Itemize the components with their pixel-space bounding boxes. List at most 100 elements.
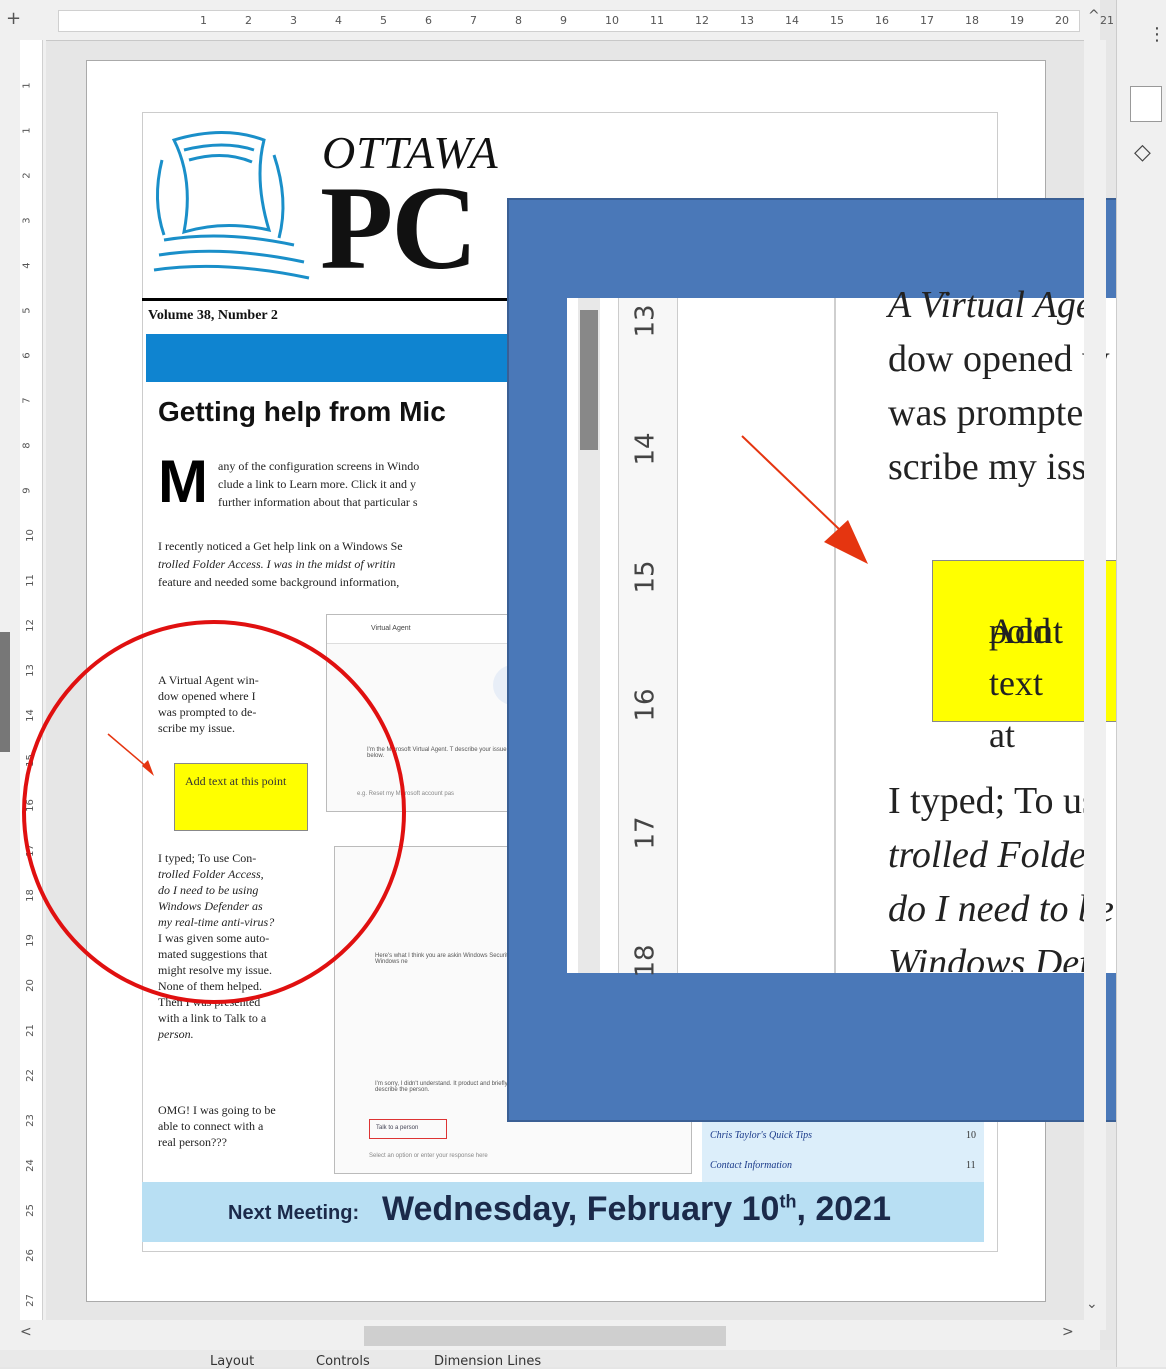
ruler-number: 8 — [21, 442, 33, 449]
layer-tabs-bar — [0, 1350, 1116, 1367]
ruler-number: 23 — [24, 1114, 36, 1127]
ruler-number: 21 — [24, 1024, 36, 1037]
sidebar-panel — [1116, 0, 1166, 1367]
zoom-ruler-number: 13 — [630, 304, 661, 338]
toc-item-label[interactable]: Contact Information — [710, 1160, 792, 1171]
ruler-number: 6 — [425, 14, 432, 27]
agent-message: Here's what I think you are askin Window… — [375, 953, 515, 965]
text-line: real person??? — [158, 1135, 227, 1149]
red-arrow-icon — [741, 435, 868, 564]
volume-label: Volume 38, Number 2 — [148, 308, 278, 323]
ruler-number: 16 — [875, 14, 889, 27]
ruler-number: 20 — [24, 979, 36, 992]
screenshot-input-placeholder: Select an option or enter your response … — [369, 1153, 488, 1159]
ruler-number: 14 — [24, 709, 36, 722]
ruler-number: 4 — [21, 262, 33, 269]
ruler-number: 1 — [21, 127, 33, 134]
body-line: I recently noticed a Get help link on a … — [158, 539, 403, 553]
ruler-number: 5 — [21, 307, 33, 314]
ruler-number: 8 — [515, 14, 522, 27]
ruler-number: 11 — [650, 14, 664, 27]
text-fragment: I typed; To us — [888, 780, 1097, 822]
ruler-number: 17 — [920, 14, 934, 27]
ruler-number: 3 — [21, 217, 33, 224]
ruler-number: 26 — [24, 1249, 36, 1262]
agent-message: I'm sorry, I didn't understand. It produ… — [375, 1081, 508, 1093]
horizontal-scrollbar-thumb[interactable] — [364, 1326, 726, 1346]
toc-item-label[interactable]: Chris Taylor's Quick Tips — [710, 1130, 812, 1141]
zoom-ruler-number: 14 — [630, 432, 661, 466]
ruler-number: 7 — [470, 14, 477, 27]
zoom-ruler-number: 16 — [630, 688, 661, 722]
brand-name: PC — [320, 161, 478, 294]
zoom-text-line: A Virtual Age — [888, 284, 1093, 326]
ruler-number: 2 — [245, 14, 252, 27]
date-year: , 2021 — [796, 1190, 891, 1228]
ruler-number: 24 — [24, 1159, 36, 1172]
scroll-right-icon[interactable]: > — [1062, 1324, 1074, 1340]
toc-item-page: 10 — [966, 1130, 976, 1141]
highlight-circle — [22, 620, 406, 1004]
properties-icon[interactable] — [1130, 86, 1162, 122]
ruler-number: 9 — [21, 487, 33, 494]
ruler-number: 1 — [21, 82, 33, 89]
talk-to-person-button: Talk to a person — [369, 1119, 447, 1139]
article-title: Getting help from Mic — [158, 396, 446, 427]
zoom-text-line: dow opened w — [888, 338, 1110, 380]
zoom-ruler-number: 18 — [630, 944, 661, 978]
scroll-left-icon[interactable]: < — [20, 1324, 32, 1340]
date-suffix: th — [779, 1191, 797, 1212]
zoom-text-line: was prompted — [888, 392, 1103, 434]
next-meeting-label: Next Meeting: — [228, 1202, 360, 1224]
ruler-number: 13 — [740, 14, 754, 27]
vertical-scrollbar[interactable] — [1084, 40, 1106, 1330]
ruler-origin-icon: + — [6, 8, 22, 29]
ruler-track — [20, 40, 43, 1320]
navigator-icon[interactable]: ◇ — [1134, 140, 1151, 165]
zoom-text-line: trolled Folder — [888, 834, 1101, 876]
screenshot-titlebar — [327, 615, 517, 644]
ruler-number: 25 — [24, 1204, 36, 1217]
zoom-scrollbar-thumb — [580, 310, 598, 450]
ruler-number: 3 — [290, 14, 297, 27]
text-line: with a link to Talk to a — [158, 1011, 267, 1025]
scroll-down-icon[interactable]: ⌄ — [1086, 1296, 1098, 1312]
zoom-ruler-number: 17 — [630, 816, 661, 850]
ruler-number: 9 — [560, 14, 567, 27]
ruler-number: 13 — [24, 664, 36, 677]
toc-item-page: 11 — [966, 1160, 976, 1171]
text-line: able to connect with a — [158, 1119, 264, 1133]
date-main: Wednesday, February 10 — [382, 1190, 780, 1228]
horizontal-ruler: + 1 2 3 4 5 6 7 8 9 10 11 12 13 14 15 16 17 18 19 20 21 — [0, 0, 1114, 41]
intro-line: any of the configuration screens in Wind… — [218, 459, 420, 473]
ruler-number: 7 — [21, 397, 33, 404]
ruler-number: 6 — [21, 352, 33, 359]
ruler-number: 12 — [695, 14, 709, 27]
ruler-number: 12 — [24, 619, 36, 632]
ruler-number: 4 — [335, 14, 342, 27]
note-line: point — [989, 611, 1064, 651]
ruler-number: 20 — [1055, 14, 1069, 27]
ruler-number: 19 — [1010, 14, 1024, 27]
more-options-icon[interactable]: ⋮ — [1148, 24, 1166, 45]
ruler-number: 15 — [830, 14, 844, 27]
zoom-text-line: scribe my issu — [888, 446, 1106, 488]
ruler-number: 5 — [380, 14, 387, 27]
zoom-text-line: I typed; To us — [888, 774, 1097, 828]
zoom-text-line: Windows Defe — [888, 942, 1107, 972]
ruler-number: 21 — [1100, 14, 1114, 27]
sidebar-collapse-handle[interactable] — [0, 632, 10, 752]
ruler-number: 18 — [24, 889, 36, 902]
zoom-text-line: do I need to be — [888, 888, 1114, 930]
scroll-up-icon[interactable]: ^ — [1088, 8, 1100, 24]
zoom-ruler: 13 14 15 16 17 18 — [618, 298, 678, 978]
screenshot-title: Virtual Agent — [371, 625, 411, 632]
ottawa-pc-logo-icon — [153, 131, 310, 280]
ruler-number: 27 — [24, 1294, 36, 1307]
ruler-number: 22 — [24, 1069, 36, 1082]
intro-line: further information about that particula… — [218, 495, 418, 509]
zoom-page-edge — [834, 298, 836, 973]
ruler-number: 14 — [785, 14, 799, 27]
text-line: person. — [158, 1027, 194, 1041]
next-meeting-date: Wednesday, February 10th, 2021 — [382, 1190, 891, 1229]
